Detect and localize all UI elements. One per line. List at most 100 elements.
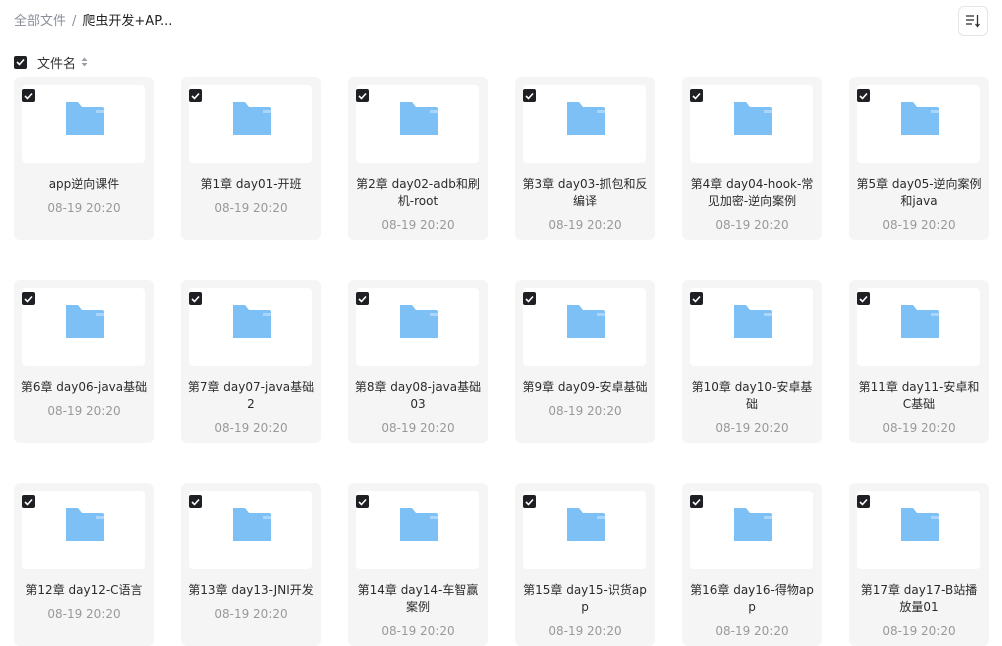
folder-card[interactable]: 第5章 day05-逆向案例和java 08-19 20:20 [849,77,989,240]
check-icon [859,498,868,506]
folder-icon [66,102,104,135]
folder-name: 第3章 day03-抓包和反编译 [522,177,648,208]
folder-date: 08-19 20:20 [214,607,288,621]
check-icon [24,295,33,303]
check-icon [692,498,701,506]
folder-icon [567,102,605,135]
folder-date: 08-19 20:20 [715,218,789,232]
folder-card[interactable]: 第8章 day08-java基础03 08-19 20:20 [348,280,488,443]
folder-name: 第5章 day05-逆向案例和java [856,177,982,208]
folder-card[interactable]: 第17章 day17-B站播放量01 08-19 20:20 [849,483,989,646]
folder-checkbox[interactable] [356,292,369,305]
folder-card[interactable]: 第2章 day02-adb和刷机-root 08-19 20:20 [348,77,488,240]
folder-name: 第14章 day14-车智赢案例 [357,583,479,614]
folder-card[interactable]: 第11章 day11-安卓和C基础 08-19 20:20 [849,280,989,443]
folder-date: 08-19 20:20 [381,421,455,435]
folder-checkbox[interactable] [857,89,870,102]
folder-date: 08-19 20:20 [548,218,622,232]
folder-checkbox[interactable] [22,495,35,508]
filename-column-label: 文件名 [37,56,77,72]
folder-checkbox[interactable] [356,89,369,102]
check-icon [358,498,367,506]
folder-name: 第6章 day06-java基础 [20,380,148,394]
folder-card[interactable]: 第10章 day10-安卓基础 08-19 20:20 [682,280,822,443]
check-icon [525,92,534,100]
folder-checkbox[interactable] [690,89,703,102]
folder-name: 第4章 day04-hook-常见加密-逆向案例 [690,177,814,208]
folder-checkbox[interactable] [523,495,536,508]
folder-icon [233,508,271,541]
list-header: 文件名 [14,54,88,72]
folder-checkbox[interactable] [523,89,536,102]
folder-date: 08-19 20:20 [882,421,956,435]
folder-date: 08-19 20:20 [381,624,455,638]
folder-date: 08-19 20:20 [548,624,622,638]
folder-date: 08-19 20:20 [47,607,121,621]
folder-checkbox[interactable] [356,495,369,508]
folder-name: 第13章 day13-JNI开发 [188,583,314,597]
folder-name: 第12章 day12-C语言 [25,583,143,597]
folder-checkbox[interactable] [189,495,202,508]
folder-card[interactable]: 第4章 day04-hook-常见加密-逆向案例 08-19 20:20 [682,77,822,240]
folder-date: 08-19 20:20 [548,404,622,418]
breadcrumb-current-folder: 爬虫开发+AP... [82,14,173,29]
folder-name: 第1章 day01-开班 [200,177,302,191]
folder-card[interactable]: 第6章 day06-java基础 08-19 20:20 [14,280,154,443]
folder-icon [567,305,605,338]
breadcrumb-root-link[interactable]: 全部文件 [14,14,66,29]
select-all-checkbox[interactable] [14,55,27,69]
folder-icon [901,508,939,541]
folder-checkbox[interactable] [857,495,870,508]
folder-date: 08-19 20:20 [214,201,288,215]
folder-icon [734,102,772,135]
folder-icon [901,305,939,338]
folder-name: 第11章 day11-安卓和C基础 [858,380,980,411]
folder-icon [901,102,939,135]
folder-icon [233,102,271,135]
folder-card[interactable]: 第9章 day09-安卓基础 08-19 20:20 [515,280,655,443]
sort-order-button[interactable] [958,6,988,36]
folder-checkbox[interactable] [857,292,870,305]
folder-icon [400,102,438,135]
folder-name: 第9章 day09-安卓基础 [522,380,648,394]
folder-card[interactable]: 第15章 day15-识货app 08-19 20:20 [515,483,655,646]
folder-name: 第7章 day07-java基础2 [187,380,315,411]
check-icon [24,92,33,100]
breadcrumb: 全部文件 / 爬虫开发+AP... [14,13,172,31]
check-icon [16,58,25,66]
folder-card[interactable]: 第12章 day12-C语言 08-19 20:20 [14,483,154,646]
folder-checkbox[interactable] [523,292,536,305]
folder-card[interactable]: 第16章 day16-得物app 08-19 20:20 [682,483,822,646]
check-icon [358,295,367,303]
folder-checkbox[interactable] [22,89,35,102]
folder-date: 08-19 20:20 [47,404,121,418]
folder-card[interactable]: 第3章 day03-抓包和反编译 08-19 20:20 [515,77,655,240]
folder-name: 第15章 day15-识货app [523,583,647,614]
folder-name: 第10章 day10-安卓基础 [691,380,813,411]
folder-checkbox[interactable] [690,495,703,508]
check-icon [525,498,534,506]
folder-card[interactable]: 第1章 day01-开班 08-19 20:20 [181,77,321,240]
check-icon [859,295,868,303]
folder-card[interactable]: app逆向课件 08-19 20:20 [14,77,154,240]
filename-sort-icon[interactable] [81,57,88,67]
folder-card[interactable]: 第14章 day14-车智赢案例 08-19 20:20 [348,483,488,646]
folder-checkbox[interactable] [189,292,202,305]
folder-checkbox[interactable] [22,292,35,305]
folder-date: 08-19 20:20 [715,624,789,638]
folder-name: 第2章 day02-adb和刷机-root [356,177,480,208]
folder-icon [66,508,104,541]
folder-card[interactable]: 第7章 day07-java基础2 08-19 20:20 [181,280,321,443]
breadcrumb-separator: / [72,14,77,29]
folder-card[interactable]: 第13章 day13-JNI开发 08-19 20:20 [181,483,321,646]
folder-date: 08-19 20:20 [47,201,121,215]
folder-date: 08-19 20:20 [882,218,956,232]
check-icon [692,92,701,100]
sort-list-icon [966,15,981,28]
check-icon [191,498,200,506]
folder-checkbox[interactable] [690,292,703,305]
folder-icon [400,305,438,338]
folder-checkbox[interactable] [189,89,202,102]
check-icon [24,498,33,506]
folder-date: 08-19 20:20 [214,421,288,435]
